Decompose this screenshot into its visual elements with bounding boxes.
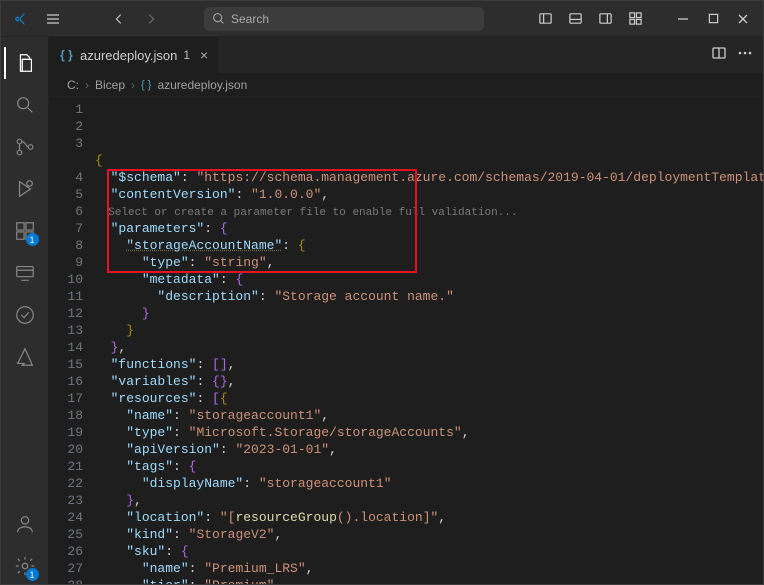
extensions-badge: 1 — [26, 233, 39, 246]
code-editor[interactable]: 1234567891011121314151617181920212223242… — [49, 97, 763, 584]
json-file-icon: { } — [141, 79, 151, 91]
line-gutter: 1234567891011121314151617181920212223242… — [49, 97, 95, 584]
nav-forward-button[interactable] — [137, 5, 165, 33]
editor-group: { } azuredeploy.json 1 × C: › Bicep › { … — [49, 37, 763, 584]
layout-sidebar-left-icon[interactable] — [531, 5, 559, 33]
titlebar: Search — [1, 1, 763, 37]
tab-modified-indicator: 1 — [183, 48, 190, 62]
json-file-icon: { } — [59, 48, 74, 63]
more-actions-icon[interactable] — [737, 45, 753, 66]
breadcrumb-part[interactable]: C: — [67, 78, 79, 92]
activity-bar: 1 1 — [1, 37, 49, 584]
nav-back-button[interactable] — [105, 5, 133, 33]
command-center-search[interactable]: Search — [204, 7, 484, 31]
menu-icon[interactable] — [39, 5, 67, 33]
search-icon — [212, 12, 225, 25]
window-maximize-button[interactable] — [699, 5, 727, 33]
testing-icon[interactable] — [4, 297, 46, 333]
layout-panel-icon[interactable] — [561, 5, 589, 33]
accounts-icon[interactable] — [4, 506, 46, 542]
run-debug-icon[interactable] — [4, 171, 46, 207]
breadcrumb-part[interactable]: Bicep — [95, 78, 125, 92]
settings-badge: 1 — [26, 568, 39, 581]
layout-sidebar-right-icon[interactable] — [591, 5, 619, 33]
azure-icon[interactable] — [4, 339, 46, 375]
window-minimize-button[interactable] — [669, 5, 697, 33]
chevron-right-icon: › — [85, 78, 89, 92]
tab-filename: azuredeploy.json — [80, 48, 177, 63]
breadcrumbs[interactable]: C: › Bicep › { } azuredeploy.json — [49, 73, 763, 97]
code-content[interactable]: { "$schema": "https://schema.management.… — [95, 97, 763, 584]
split-editor-icon[interactable] — [711, 45, 727, 66]
search-activity-icon[interactable] — [4, 87, 46, 123]
remote-icon[interactable] — [4, 255, 46, 291]
close-icon[interactable]: × — [200, 47, 208, 63]
tab-azuredeploy[interactable]: { } azuredeploy.json 1 × — [49, 37, 219, 73]
window-close-button[interactable] — [729, 5, 757, 33]
extensions-icon[interactable]: 1 — [4, 213, 46, 249]
breadcrumb-part[interactable]: azuredeploy.json — [157, 78, 247, 92]
search-placeholder: Search — [231, 12, 269, 26]
layout-custom-icon[interactable] — [621, 5, 649, 33]
explorer-icon[interactable] — [4, 45, 46, 81]
settings-gear-icon[interactable]: 1 — [4, 548, 46, 584]
source-control-icon[interactable] — [4, 129, 46, 165]
chevron-right-icon: › — [131, 78, 135, 92]
vscode-logo-icon — [7, 5, 35, 33]
tab-bar: { } azuredeploy.json 1 × — [49, 37, 763, 73]
vscode-window: Search 1 1 — [0, 0, 764, 585]
